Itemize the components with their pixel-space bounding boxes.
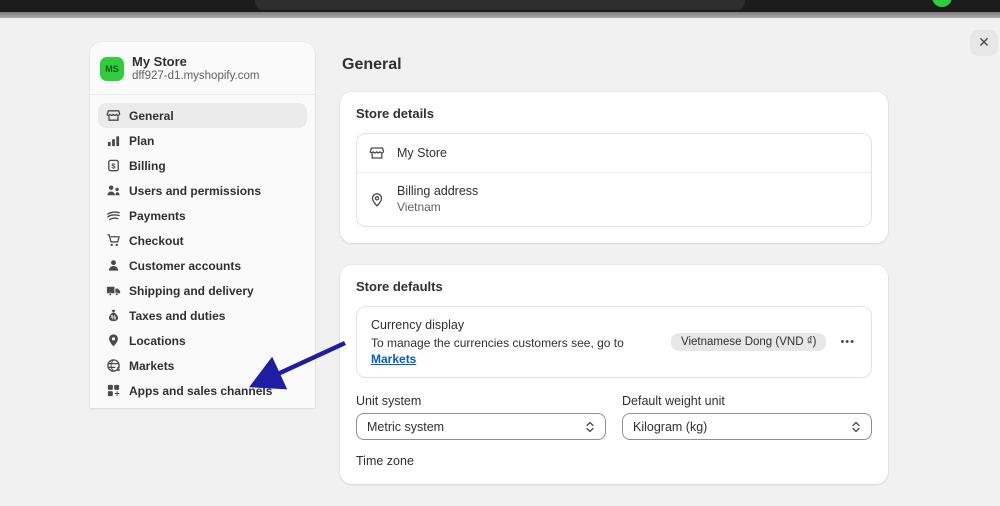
- taxes-icon: %: [106, 308, 121, 323]
- store-profile-row[interactable]: My Store: [357, 134, 871, 172]
- sidebar-item-taxes-and-duties[interactable]: % Taxes and duties: [98, 303, 307, 328]
- customer-accounts-icon: [106, 258, 121, 273]
- page-title: General: [342, 56, 402, 73]
- sidebar-item-locations[interactable]: Locations: [98, 328, 307, 353]
- store-name: My Store: [132, 54, 187, 69]
- defaults-fields-row: Unit system Metric system Default weight…: [356, 394, 872, 440]
- settings-sidebar: MS My Store dff927-d1.myshopify.com Gene…: [90, 42, 315, 408]
- sidebar-item-markets[interactable]: $ Markets: [98, 353, 307, 378]
- store-header: MS My Store dff927-d1.myshopify.com: [90, 42, 315, 95]
- sidebar-item-label: General: [129, 108, 174, 123]
- store-details-title: Store details: [356, 106, 435, 121]
- locations-icon: [106, 333, 121, 348]
- currency-badge: Vietnamese Dong (VND ₫): [670, 333, 827, 351]
- sidebar-item-plan[interactable]: Plan: [98, 128, 307, 153]
- svg-text:$: $: [111, 161, 116, 170]
- currency-desc-text: To manage the currencies customers see, …: [371, 336, 624, 350]
- storefront-icon: [369, 145, 385, 161]
- sidebar-item-label: Payments: [129, 208, 186, 223]
- sidebar-item-label: Users and permissions: [129, 183, 262, 198]
- store-avatar: MS: [100, 56, 124, 81]
- sidebar-item-label: Shipping and delivery: [129, 283, 254, 298]
- shipping-icon: [106, 283, 121, 298]
- overflow-menu-icon[interactable]: •••: [838, 334, 857, 350]
- admin-topbar: [0, 0, 1000, 12]
- sidebar-item-users-and-permissions[interactable]: Users and permissions: [98, 178, 307, 203]
- select-caret-icon: [586, 421, 594, 432]
- checkout-icon: [106, 233, 121, 248]
- sidebar-item-checkout[interactable]: Checkout: [98, 228, 307, 253]
- sidebar-item-apps-and-sales-channels[interactable]: Apps and sales channels: [98, 378, 307, 403]
- modal-backdrop-edge: [0, 12, 1000, 18]
- topbar-search-input[interactable]: [255, 0, 745, 10]
- weight-unit-value: Kilogram (kg): [633, 419, 708, 434]
- payments-icon: [106, 208, 121, 223]
- select-caret-icon: [852, 421, 860, 432]
- unit-system-value: Metric system: [367, 419, 445, 434]
- sidebar-item-label: Markets: [129, 358, 175, 373]
- plan-icon: [106, 133, 121, 148]
- timezone-label: Time zone: [356, 454, 414, 468]
- currency-display-description: To manage the currencies customers see, …: [371, 335, 671, 367]
- sidebar-item-billing[interactable]: $ Billing: [98, 153, 307, 178]
- store-defaults-card: Store defaults Currency display To manag…: [340, 265, 888, 484]
- billing-icon: $: [106, 158, 121, 173]
- sidebar-item-label: Locations: [129, 333, 186, 348]
- sidebar-item-label: Checkout: [129, 233, 184, 248]
- users-icon: [106, 183, 121, 198]
- storefront-icon: [106, 108, 121, 123]
- currency-display-box: Currency display To manage the currencie…: [356, 306, 872, 378]
- sidebar-item-payments[interactable]: Payments: [98, 203, 307, 228]
- billing-address-label: Billing address: [397, 184, 479, 198]
- weight-unit-label: Default weight unit: [622, 394, 725, 408]
- markets-link[interactable]: Markets: [371, 352, 416, 366]
- close-icon[interactable]: ✕: [970, 30, 998, 56]
- apps-icon: [106, 383, 121, 398]
- location-pin-icon: [369, 192, 385, 208]
- user-avatar[interactable]: [932, 0, 952, 7]
- store-details-card: Store details My Store Billing address V…: [340, 92, 888, 243]
- svg-text:$: $: [117, 367, 121, 373]
- sidebar-item-shipping-and-delivery[interactable]: Shipping and delivery: [98, 278, 307, 303]
- sidebar-item-label: Billing: [129, 158, 166, 173]
- store-details-box: My Store Billing address Vietnam: [356, 133, 872, 227]
- settings-main: General Store details My Store Billing a…: [340, 42, 888, 506]
- weight-unit-field: Default weight unit Kilogram (kg): [622, 394, 872, 440]
- weight-unit-select[interactable]: Kilogram (kg): [622, 413, 872, 440]
- billing-address-value: Vietnam: [397, 200, 441, 214]
- markets-icon: $: [106, 358, 121, 373]
- sidebar-item-label: Apps and sales channels: [129, 383, 273, 398]
- sidebar-item-customer-accounts[interactable]: Customer accounts: [98, 253, 307, 278]
- currency-display-label: Currency display: [371, 318, 465, 332]
- store-domain: dff927-d1.myshopify.com: [132, 70, 260, 82]
- unit-system-field: Unit system Metric system: [356, 394, 606, 440]
- store-defaults-title: Store defaults: [356, 279, 443, 294]
- settings-nav: General Plan $ Billing Users and permiss…: [90, 95, 315, 411]
- svg-text:%: %: [111, 314, 117, 321]
- unit-system-select[interactable]: Metric system: [356, 413, 606, 440]
- sidebar-item-label: Plan: [129, 133, 155, 148]
- sidebar-item-general[interactable]: General: [98, 103, 307, 128]
- billing-address-row[interactable]: Billing address Vietnam: [357, 172, 871, 226]
- unit-system-label: Unit system: [356, 394, 422, 408]
- settings-modal: ✕ MS My Store dff927-d1.myshopify.com Ge…: [0, 18, 1000, 484]
- sidebar-item-label: Customer accounts: [129, 258, 242, 273]
- sidebar-item-label: Taxes and duties: [129, 308, 226, 323]
- store-profile-label: My Store: [397, 145, 448, 160]
